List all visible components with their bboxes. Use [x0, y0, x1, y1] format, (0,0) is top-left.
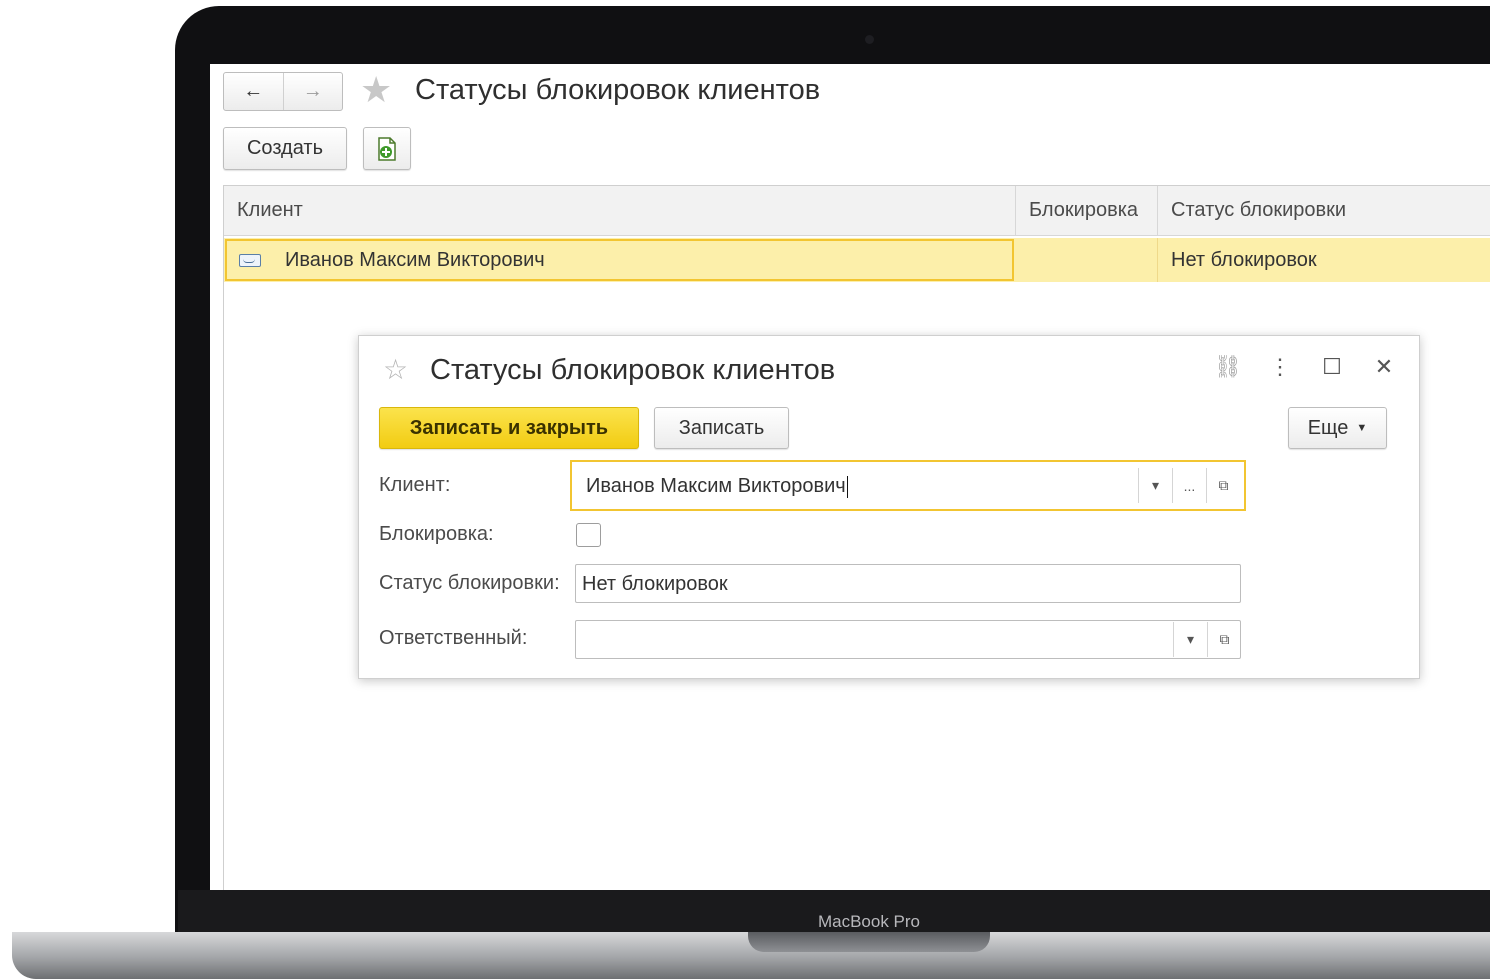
more-vertical-icon[interactable]: ⋮: [1265, 354, 1295, 380]
create-button[interactable]: Создать: [223, 127, 347, 170]
favorite-star-icon[interactable]: ★: [360, 70, 392, 110]
record-icon: [239, 253, 261, 267]
status-label: Статус блокировки:: [379, 572, 560, 594]
select-ellipsis-button[interactable]: ...: [1172, 468, 1206, 503]
column-header-blocking[interactable]: Блокировка: [1016, 186, 1158, 236]
back-button[interactable]: ←: [224, 73, 283, 110]
more-button-label: Еще: [1307, 416, 1349, 439]
responsible-input[interactable]: ▾ ⧉: [575, 620, 1241, 659]
table-row[interactable]: Иванов Максим Викторович Нет блокировок: [224, 238, 1490, 282]
blocking-checkbox[interactable]: [576, 523, 601, 547]
device-label: MacBook Pro: [817, 912, 921, 931]
screen: ← → ★ Статусы блокировок клиентов Создат…: [210, 64, 1490, 890]
cell-client[interactable]: Иванов Максим Викторович: [225, 239, 1014, 281]
client-input-value: Иванов Максим Викторович: [586, 475, 848, 498]
dropdown-arrow-icon[interactable]: ▾: [1138, 468, 1172, 503]
client-input[interactable]: Иванов Максим Викторович ▾ ... ⧉: [570, 460, 1246, 511]
cell-status[interactable]: Нет блокировок: [1171, 238, 1317, 282]
document-add-icon: [378, 136, 396, 161]
text-cursor: [846, 475, 848, 498]
edit-dialog: ☆ Статусы блокировок клиентов ⛓ ⋮ ☐ ✕ За…: [358, 335, 1420, 679]
link-icon[interactable]: ⛓: [1213, 354, 1243, 380]
laptop-notch: [748, 932, 990, 952]
column-header-status[interactable]: Статус блокировки: [1158, 186, 1490, 236]
blocking-label: Блокировка:: [379, 523, 494, 545]
column-header-client[interactable]: Клиент: [224, 186, 1016, 236]
add-document-button[interactable]: [363, 127, 411, 170]
arrow-right-icon: →: [302, 80, 323, 102]
page-title: Статусы блокировок клиентов: [415, 74, 821, 106]
status-input-value: Нет блокировок: [582, 573, 728, 595]
camera-icon: [865, 35, 874, 44]
save-and-close-button[interactable]: Записать и закрыть: [379, 407, 639, 449]
save-button[interactable]: Записать: [654, 407, 789, 449]
cell-status-text: Нет блокировок: [1171, 248, 1317, 271]
open-record-icon[interactable]: ⧉: [1206, 468, 1240, 503]
maximize-icon[interactable]: ☐: [1317, 354, 1347, 380]
dialog-title: Статусы блокировок клиентов: [430, 354, 836, 386]
open-record-icon[interactable]: ⧉: [1207, 622, 1241, 657]
close-icon[interactable]: ✕: [1369, 354, 1399, 380]
cell-client-text: Иванов Максим Викторович: [285, 248, 545, 271]
forward-button[interactable]: →: [282, 73, 343, 110]
arrow-left-icon: ←: [243, 80, 264, 102]
responsible-label: Ответственный:: [379, 627, 528, 649]
favorite-star-outline-icon[interactable]: ☆: [383, 353, 408, 387]
cell-blocking[interactable]: [1016, 238, 1158, 282]
status-input[interactable]: Нет блокировок: [575, 564, 1241, 603]
more-button[interactable]: Еще ▼: [1288, 407, 1387, 449]
caret-down-icon: ▼: [1356, 422, 1368, 434]
window-controls: ⛓ ⋮ ☐ ✕: [1213, 354, 1399, 380]
client-label: Клиент:: [379, 474, 451, 496]
nav-group: ← →: [223, 72, 343, 111]
dropdown-arrow-icon[interactable]: ▾: [1173, 622, 1207, 657]
